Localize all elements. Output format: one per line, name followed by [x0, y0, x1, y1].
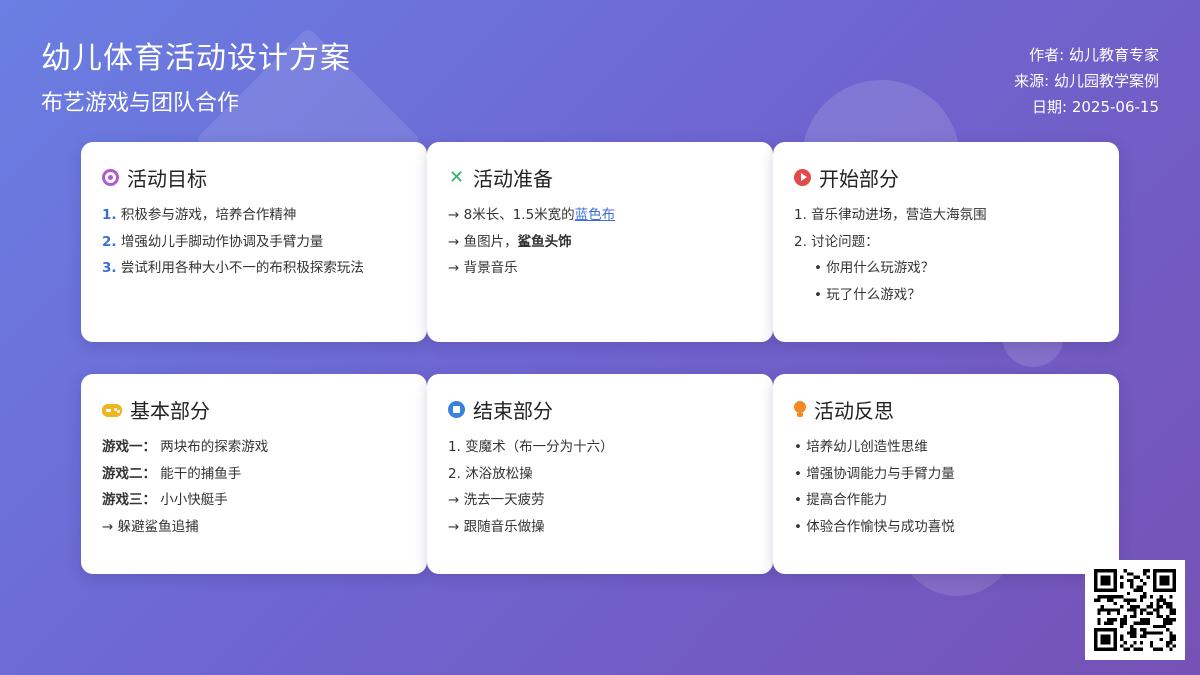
list-item: • 体验合作愉快与成功喜悦	[794, 518, 955, 535]
list-item: 3. 尝试利用各种大小不一的布积极探索玩法	[102, 260, 364, 276]
date-text: 日期: 2025-06-15	[1032, 98, 1159, 116]
list-item: → 8米长、1.5米宽的蓝色布	[448, 207, 616, 223]
sub-list-item: • 你用什么玩游戏？	[814, 260, 935, 276]
list-item: → 跟随音乐做操	[448, 518, 545, 535]
page-subtitle: 布艺游戏与团队合作	[41, 91, 240, 116]
author-text: 作者: 幼儿教育专家	[1029, 46, 1159, 64]
source-text: 来源: 幼儿园教学案例	[1014, 72, 1159, 90]
stop-icon	[448, 400, 465, 418]
target-icon	[102, 168, 119, 186]
list-item: 1. 音乐律动进场，营造大海氛围	[794, 207, 987, 223]
card-title: 结束部分	[473, 398, 553, 423]
list-item: → 背景音乐	[448, 260, 518, 276]
lightbulb-icon	[794, 400, 806, 418]
sub-list-item: • 玩了什么游戏？	[814, 286, 921, 303]
card-goals: 活动目标 1. 积极参与游戏，培养合作精神 2. 增强幼儿手脚动作协调及手臂力量…	[81, 142, 427, 342]
list-item: 2. 讨论问题：	[794, 233, 879, 250]
list-item: 游戏一： 两块布的探索游戏	[102, 439, 269, 455]
list-item: 2. 增强幼儿手脚动作协调及手臂力量	[102, 233, 324, 250]
meta-info: 作者: 幼儿教育专家 来源: 幼儿园教学案例 日期: 2025-06-15	[1014, 42, 1159, 120]
list-item: 1. 变魔术（布一分为十六）	[448, 439, 614, 455]
list-item: • 提高合作能力	[794, 492, 888, 508]
card-title: 开始部分	[819, 166, 899, 191]
header: 幼儿体育活动设计方案 布艺游戏与团队合作	[41, 40, 351, 118]
card-start: 开始部分 1. 音乐律动进场，营造大海氛围 2. 讨论问题： • 你用什么玩游戏…	[773, 142, 1119, 342]
card-basic: 基本部分 游戏一： 两块布的探索游戏 游戏二： 能干的捕鱼手 游戏三： 小小快艇…	[81, 374, 427, 574]
tools-icon: ✕	[448, 166, 465, 188]
card-preparation: ✕ 活动准备 → 8米长、1.5米宽的蓝色布 → 鱼图片，鲨鱼头饰 → 背景音乐	[427, 142, 773, 342]
list-item: → 鱼图片，鲨鱼头饰	[448, 233, 572, 250]
card-title: 活动目标	[127, 166, 207, 191]
list-item: 游戏二： 能干的捕鱼手	[102, 465, 242, 482]
list-item: • 培养幼儿创造性思维	[794, 439, 928, 455]
card-end: 结束部分 1. 变魔术（布一分为十六） 2. 沐浴放松操 → 洗去一天疲劳 → …	[427, 374, 773, 574]
qr-code-icon[interactable]	[1085, 560, 1185, 660]
qr-code-graphic	[1094, 569, 1176, 651]
card-reflection: 活动反思 • 培养幼儿创造性思维 • 增强协调能力与手臂力量 • 提高合作能力 …	[773, 374, 1119, 574]
card-title: 活动准备	[473, 166, 553, 191]
card-title: 基本部分	[130, 398, 210, 423]
list-item: 2. 沐浴放松操	[448, 465, 533, 482]
list-item: 1. 积极参与游戏，培养合作精神	[102, 207, 297, 223]
play-icon	[794, 168, 811, 186]
page-title: 幼儿体育活动设计方案	[41, 41, 351, 76]
blue-cloth-link[interactable]: 蓝色布	[575, 207, 616, 223]
card-title: 活动反思	[814, 398, 894, 423]
gamepad-icon	[102, 403, 122, 417]
list-item: 游戏三： 小小快艇手	[102, 492, 228, 508]
list-item: → 躲避鲨鱼追捕	[102, 518, 199, 535]
list-item: → 洗去一天疲劳	[448, 492, 545, 508]
list-item: • 增强协调能力与手臂力量	[794, 465, 955, 482]
